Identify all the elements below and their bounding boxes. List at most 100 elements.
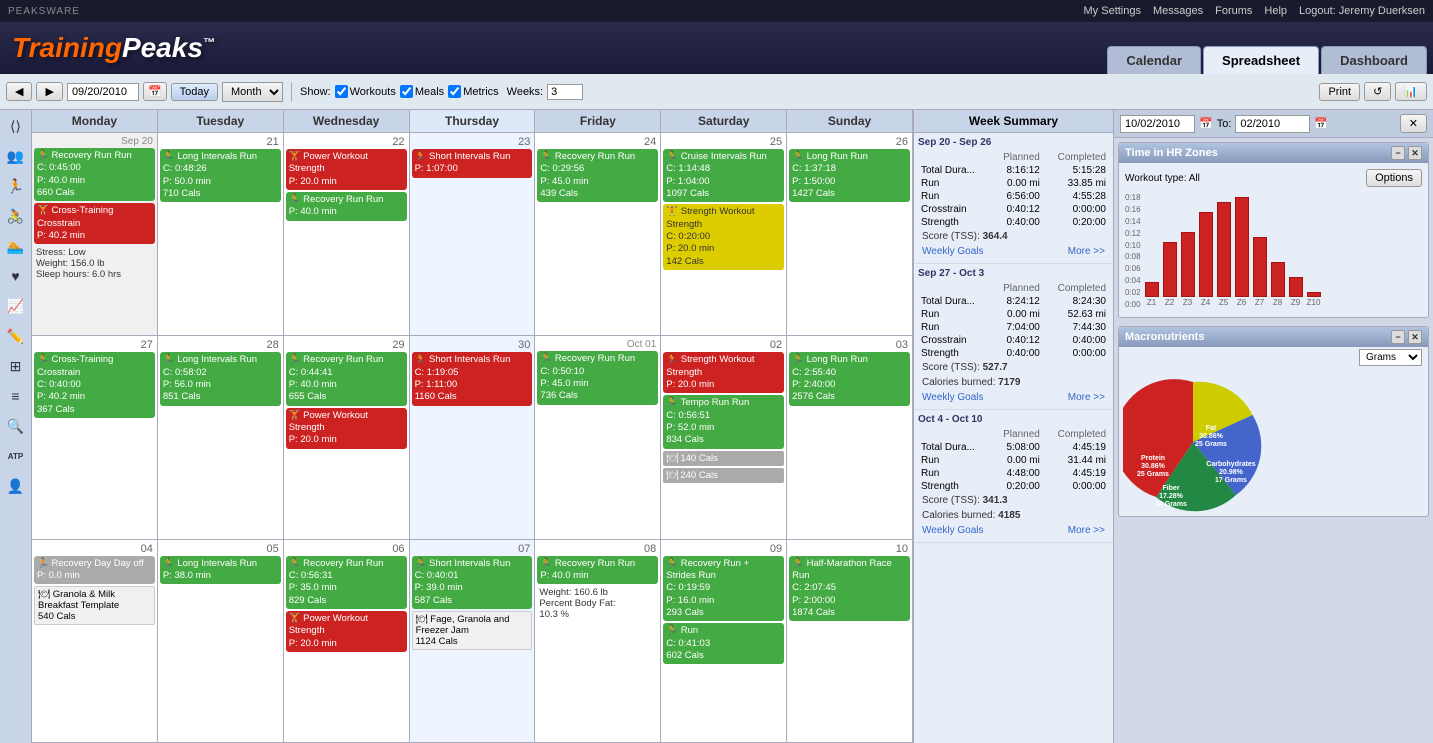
workout-power[interactable]: 🏋 Power Workout StrengthP: 20.0 min: [286, 149, 407, 190]
cal-cell-08[interactable]: 08 🏃 Recovery Run RunP: 40.0 min Weight:…: [535, 540, 661, 742]
settings-link[interactable]: My Settings: [1084, 5, 1141, 17]
cal-cell-24[interactable]: 24 🏃 Recovery Run RunC: 0:29:56P: 45.0 m…: [535, 133, 661, 335]
cal-cell-29[interactable]: 29 🏃 Recovery Run RunC: 0:44:41P: 40.0 m…: [284, 336, 410, 538]
sidebar-icon-edit[interactable]: ✏️: [4, 324, 28, 348]
workout-recovery-day[interactable]: 🏃 Recovery Day Day offP: 0.0 min: [34, 556, 155, 585]
cal-cell-26[interactable]: 26 🏃 Long Run RunC: 1:37:18P: 1:50:00142…: [787, 133, 913, 335]
hr-minimize-btn[interactable]: −: [1391, 146, 1405, 160]
workout-recovery-run[interactable]: 🏃 Recovery Run RunC: 0:45:00P: 40.0 min6…: [34, 148, 155, 201]
cal-cell-10[interactable]: 10 🏃 Half-Marathon Race RunC: 2:07:45P: …: [787, 540, 913, 742]
workout-half-marathon[interactable]: 🏃 Half-Marathon Race RunC: 2:07:45P: 2:0…: [789, 556, 910, 622]
workout-long-intervals3[interactable]: 🏃 Long Intervals RunP: 38.0 min: [160, 556, 281, 585]
cals-140[interactable]: 🍽 140 Cals: [663, 451, 784, 466]
workout-long-run2[interactable]: 🏃 Long Run RunC: 2:55:40P: 2:40:002576 C…: [789, 352, 910, 405]
sidebar-icon-search[interactable]: 🔍: [4, 414, 28, 438]
today-btn[interactable]: Today: [171, 83, 218, 101]
cal-cell-oct01[interactable]: Oct 01 🏃 Recovery Run RunC: 0:50:10P: 45…: [535, 336, 661, 538]
workout-crosstraining2[interactable]: 🏃 Cross-Training CrosstrainC: 0:40:00P: …: [34, 352, 155, 418]
user-link[interactable]: Jeremy Duerksen: [1339, 5, 1425, 17]
sidebar-icon-list[interactable]: ≡: [4, 384, 28, 408]
tab-spreadsheet-visible[interactable]: Spreadsheet: [1203, 46, 1319, 74]
tab-dashboard[interactable]: Dashboard: [1321, 46, 1427, 74]
workout-recovery-strides[interactable]: 🏃 Recovery Run + Strides RunC: 0:19:59P:…: [663, 556, 784, 622]
workout-recovery-run3[interactable]: 🏃 Recovery Run RunC: 0:29:56P: 45.0 min4…: [537, 149, 658, 202]
cal-cell-06[interactable]: 06 🏃 Recovery Run RunC: 0:56:31P: 35.0 m…: [284, 540, 410, 742]
right-calendar-icon[interactable]: 📅: [1199, 117, 1213, 130]
cal-cell-21[interactable]: 21 🏃 Long Intervals RunC: 0:48:26P: 50.0…: [158, 133, 284, 335]
date-input[interactable]: [67, 83, 139, 101]
cal-cell-22[interactable]: 22 🏋 Power Workout StrengthP: 20.0 min 🏃…: [284, 133, 410, 335]
right-from-date[interactable]: [1120, 115, 1195, 133]
cal-cell-28[interactable]: 28 🏃 Long Intervals RunC: 0:58:02P: 56.0…: [158, 336, 284, 538]
nav-prev-btn[interactable]: ◀: [6, 82, 32, 101]
workout-long-intervals[interactable]: 🏃 Long Intervals RunC: 0:48:26P: 50.0 mi…: [160, 149, 281, 202]
more-link1[interactable]: More >>: [1068, 246, 1105, 257]
right-to-date[interactable]: [1235, 115, 1310, 133]
weeks-input[interactable]: [547, 84, 583, 100]
nav-next-btn[interactable]: ▶: [36, 82, 62, 101]
workout-recovery-run4[interactable]: 🏃 Recovery Run RunC: 0:44:41P: 40.0 min6…: [286, 352, 407, 405]
calendar-icon-btn[interactable]: 📅: [143, 82, 167, 101]
weekly-goals-link1[interactable]: Weekly Goals: [922, 246, 984, 257]
macro-close-btn[interactable]: ✕: [1408, 330, 1422, 344]
cal-cell-02[interactable]: 02 🏃 Strength Workout StrengthP: 20.0 mi…: [661, 336, 787, 538]
meals-check[interactable]: Meals: [400, 85, 444, 98]
workout-crosstraining[interactable]: 🏋 Cross-Training CrosstrainP: 40.2 min: [34, 203, 155, 244]
sidebar-icon-heart[interactable]: ♥: [4, 264, 28, 288]
workout-recovery-run6[interactable]: 🏃 Recovery Run RunC: 0:56:31P: 35.0 min8…: [286, 556, 407, 609]
sidebar-icon-person[interactable]: 👤: [4, 474, 28, 498]
workout-cruise-intervals[interactable]: 🏃 Cruise Intervals RunC: 1:14:48P: 1:04:…: [663, 149, 784, 202]
hr-close-btn[interactable]: ✕: [1408, 146, 1422, 160]
close-panel-btn[interactable]: ✕: [1400, 114, 1427, 133]
cal-cell-23[interactable]: 23 🏃 Short Intervals RunP: 1:07:00: [410, 133, 536, 335]
sidebar-icon-atp[interactable]: ATP: [4, 444, 28, 468]
help-link[interactable]: Help: [1264, 5, 1287, 17]
workout-power3[interactable]: 🏋 Power Workout StrengthP: 20.0 min: [286, 611, 407, 652]
nutrition-granola[interactable]: 🍽 Granola & Milk Breakfast Template540 C…: [34, 586, 155, 625]
workout-short-intervals2[interactable]: 🏃 Short Intervals RunC: 1:19:05P: 1:11:0…: [412, 352, 533, 405]
more-link2[interactable]: More >>: [1068, 392, 1105, 403]
macro-minimize-btn[interactable]: −: [1391, 330, 1405, 344]
right-calendar-icon2[interactable]: 📅: [1314, 117, 1328, 130]
sidebar-icon-grid[interactable]: ⊞: [4, 354, 28, 378]
cal-cell-07[interactable]: 07 🏃 Short Intervals RunC: 0:40:01P: 39.…: [410, 540, 536, 742]
workout-strength2[interactable]: 🏃 Strength Workout StrengthP: 20.0 min: [663, 352, 784, 393]
cal-cell-sep20[interactable]: Sep 20 🏃 Recovery Run RunC: 0:45:00P: 40…: [32, 133, 158, 335]
cal-cell-25[interactable]: 25 🏃 Cruise Intervals RunC: 1:14:48P: 1:…: [661, 133, 787, 335]
grams-select[interactable]: Grams Calories Percent: [1359, 349, 1422, 366]
workout-power2[interactable]: 🏋 Power Workout StrengthP: 20.0 min: [286, 408, 407, 449]
sidebar-icon-swim[interactable]: 🏊: [4, 234, 28, 258]
workouts-check[interactable]: Workouts: [335, 85, 396, 98]
metrics-check[interactable]: Metrics: [448, 85, 498, 98]
view-select[interactable]: Month Week Day: [222, 82, 283, 102]
workout-run[interactable]: 🏃 RunC: 0:41:03602 Cals: [663, 623, 784, 664]
cal-cell-09[interactable]: 09 🏃 Recovery Run + Strides RunC: 0:19:5…: [661, 540, 787, 742]
cals-240[interactable]: 🍽 240 Cals: [663, 468, 784, 483]
workout-tempo-run[interactable]: 🏃 Tempo Run RunC: 0:56:51P: 52.0 min834 …: [663, 395, 784, 448]
sidebar-icon-run[interactable]: 🏃: [4, 174, 28, 198]
cal-cell-27[interactable]: 27 🏃 Cross-Training CrosstrainC: 0:40:00…: [32, 336, 158, 538]
workout-long-run[interactable]: 🏃 Long Run RunC: 1:37:18P: 1:50:001427 C…: [789, 149, 910, 202]
tab-calendar[interactable]: Calendar: [1107, 46, 1201, 74]
refresh-btn[interactable]: ↺: [1364, 82, 1391, 101]
workout-strength[interactable]: 🏋 Strength Workout StrengthC: 0:20:00P: …: [663, 204, 784, 270]
sidebar-icon-nav[interactable]: ⟨⟩: [4, 114, 28, 138]
sidebar-icon-people[interactable]: 👥: [4, 144, 28, 168]
hr-options-btn[interactable]: Options: [1366, 169, 1422, 187]
print-btn[interactable]: Print: [1319, 83, 1360, 101]
workout-recovery-run5[interactable]: 🏃 Recovery Run RunC: 0:50:10P: 45.0 min7…: [537, 351, 658, 404]
nutrition-fage[interactable]: 🍽 Fage, Granola and Freezer Jam1124 Cals: [412, 611, 533, 650]
workout-short-intervals3[interactable]: 🏃 Short Intervals RunC: 0:40:01P: 39.0 m…: [412, 556, 533, 609]
workout-recovery-run7[interactable]: 🏃 Recovery Run RunP: 40.0 min: [537, 556, 658, 585]
messages-link[interactable]: Messages: [1153, 5, 1203, 17]
sidebar-icon-chart[interactable]: 📈: [4, 294, 28, 318]
cal-cell-05[interactable]: 05 🏃 Long Intervals RunP: 38.0 min: [158, 540, 284, 742]
more-link3[interactable]: More >>: [1068, 525, 1105, 536]
cal-cell-30[interactable]: 30 🏃 Short Intervals RunC: 1:19:05P: 1:1…: [410, 336, 536, 538]
cal-cell-03[interactable]: 03 🏃 Long Run RunC: 2:55:40P: 2:40:00257…: [787, 336, 913, 538]
workout-recovery-run2[interactable]: 🏃 Recovery Run RunP: 40.0 min: [286, 192, 407, 221]
forums-link[interactable]: Forums: [1215, 5, 1252, 17]
sidebar-icon-bike[interactable]: 🚴: [4, 204, 28, 228]
workout-long-intervals2[interactable]: 🏃 Long Intervals RunC: 0:58:02P: 56.0 mi…: [160, 352, 281, 405]
cal-cell-04[interactable]: 04 🏃 Recovery Day Day offP: 0.0 min 🍽 Gr…: [32, 540, 158, 742]
